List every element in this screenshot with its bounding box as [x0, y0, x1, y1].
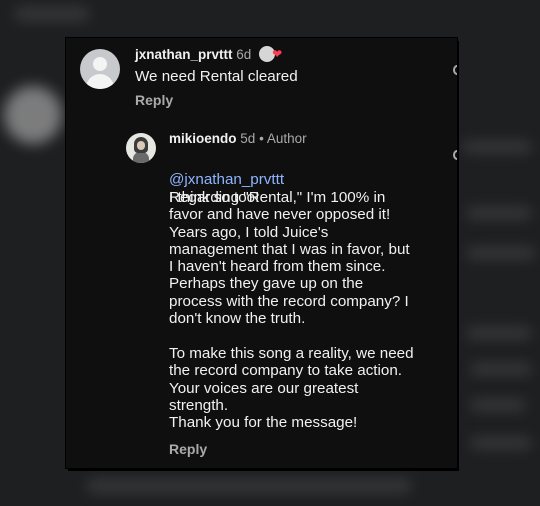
background-avatar-blur: [4, 86, 62, 144]
author-badge: Author: [266, 131, 307, 146]
background-blur-shape: [462, 140, 532, 154]
avatar-body-shape: [86, 74, 114, 89]
user-avatar[interactable]: [80, 49, 120, 89]
creator-heart-badge: ❤: [259, 46, 285, 62]
background-blur-shape: [470, 362, 532, 376]
comment-reply-button[interactable]: Reply: [135, 92, 173, 108]
background-blur-shape: [466, 326, 532, 340]
reply-paragraph-1: Regarding "Rental," I'm 100% in favor an…: [169, 189, 410, 328]
meta-separator: •: [259, 131, 264, 146]
comment-username[interactable]: jxnathan_prvttt: [135, 47, 233, 62]
background-blur-shape: [466, 246, 536, 260]
author-avatar[interactable]: [126, 133, 156, 163]
user-mention-link[interactable]: @jxnathan_prvttt: [169, 171, 284, 188]
heart-icon: ❤: [272, 47, 283, 61]
comment-time: 6d: [236, 47, 252, 62]
comment-text: We need Rental cleared: [135, 68, 298, 85]
more-options-icon[interactable]: [453, 65, 457, 75]
background-blur-shape: [14, 6, 90, 22]
more-options-icon[interactable]: [453, 150, 457, 160]
background-blur-shape: [470, 398, 526, 412]
reply-author-line: mikioendo 5d • Author: [169, 131, 307, 147]
background-blur-shape: [470, 436, 532, 450]
reply-username[interactable]: mikioendo: [169, 131, 237, 146]
reply-reply-button[interactable]: Reply: [169, 441, 207, 457]
background-blur-shape: [86, 478, 412, 494]
comment-author-line: jxnathan_prvttt 6d ❤: [135, 46, 285, 63]
reply-paragraph-2: To make this song a reality, we need the…: [169, 345, 414, 432]
comment-thread-card: jxnathan_prvttt 6d ❤ We need Rental clea…: [66, 38, 457, 468]
avatar-face-shape: [137, 141, 145, 150]
reply-time: 5d: [240, 131, 256, 146]
avatar-body-shape: [133, 152, 149, 163]
avatar-head-shape: [93, 57, 107, 71]
background-blur-shape: [466, 206, 532, 220]
